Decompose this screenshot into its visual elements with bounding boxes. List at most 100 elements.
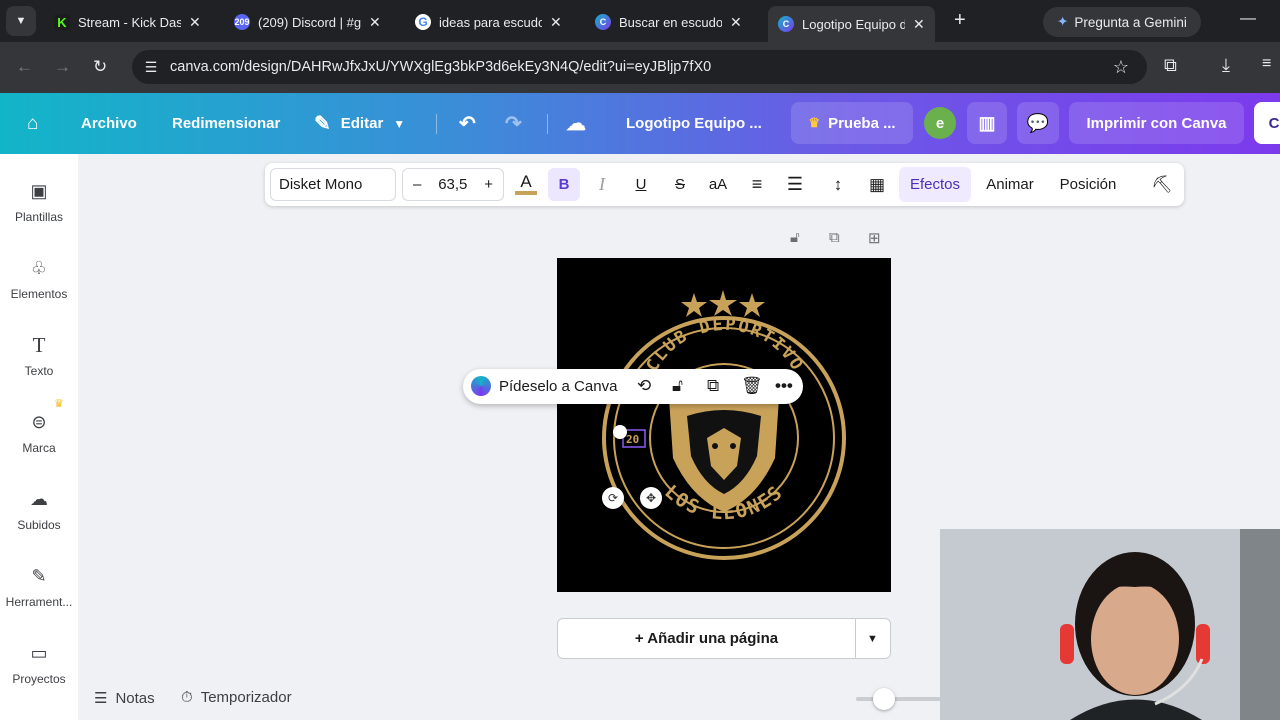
- sidebar-item-label: Plantillas: [14, 210, 64, 224]
- print-button[interactable]: Imprimir con Canva: [1069, 102, 1244, 144]
- tab-kick[interactable]: K Stream - Kick Dash ✕: [44, 6, 211, 38]
- notes-label: Notas: [115, 689, 155, 707]
- sidebar-item-subidos[interactable]: ☁ Subidos: [0, 474, 78, 544]
- chevron-down-icon[interactable]: ▼: [855, 619, 890, 658]
- font-size-stepper[interactable]: – 63,5 +: [402, 168, 504, 201]
- tab-google[interactable]: G ideas para escudo ✕: [405, 6, 572, 38]
- selected-text-element[interactable]: 20: [626, 433, 639, 446]
- sidebar-item-label: Elementos: [10, 287, 68, 301]
- lock-icon[interactable]: 🔓︎: [672, 376, 683, 396]
- timer-icon: ⏱: [181, 689, 193, 706]
- timer-label: Temporizador: [200, 689, 292, 706]
- share-button[interactable]: C: [1254, 102, 1280, 144]
- ask-canva-button[interactable]: Pídeselo a Canva: [471, 376, 617, 396]
- document-title[interactable]: Logotipo Equipo ...: [626, 93, 762, 154]
- tab-canva-design[interactable]: C Logotipo Equipo d ✕: [768, 6, 935, 42]
- duplicate-icon[interactable]: ⧉: [707, 376, 719, 396]
- comment-add-icon[interactable]: ⟲: [637, 376, 651, 396]
- google-icon: G: [415, 14, 431, 30]
- canva-icon: C: [778, 16, 794, 32]
- site-info-icon[interactable]: ☰: [142, 58, 160, 76]
- sidebar-item-proyectos[interactable]: ▭ Proyectos: [0, 628, 78, 698]
- close-icon[interactable]: ✕: [189, 14, 201, 31]
- kick-icon: K: [54, 14, 70, 30]
- redo-icon[interactable]: ↷: [505, 93, 522, 154]
- editar-menu[interactable]: ✎ Editar ▼: [314, 93, 405, 154]
- rotate-handle-icon[interactable]: ⟳: [602, 487, 624, 509]
- font-family-select[interactable]: Disket Mono: [270, 168, 396, 201]
- decrease-size-button[interactable]: –: [413, 176, 421, 193]
- insights-icon[interactable]: ▥: [967, 102, 1007, 144]
- case-button[interactable]: aA: [705, 163, 731, 206]
- tab-title: ideas para escudo: [439, 14, 542, 30]
- bookmark-star-icon[interactable]: ☆: [1113, 57, 1129, 78]
- minimize-icon[interactable]: —: [1240, 10, 1256, 28]
- sidebar-item-texto[interactable]: T Texto: [0, 320, 78, 390]
- forward-icon[interactable]: →: [54, 57, 71, 77]
- animar-button[interactable]: Animar: [982, 163, 1038, 206]
- close-icon[interactable]: ✕: [913, 16, 925, 33]
- more-icon[interactable]: •••: [775, 376, 793, 396]
- transparency-icon[interactable]: ▦: [865, 163, 889, 206]
- sidebar-item-plantillas[interactable]: ▣ Plantillas: [0, 166, 78, 236]
- efectos-button[interactable]: Efectos: [899, 167, 971, 202]
- design-canvas[interactable]: CLUB DEPORTIVO LOS LEONES 20: [557, 258, 891, 592]
- gemini-button[interactable]: ✦ Pregunta a Gemini: [1043, 7, 1201, 37]
- menu-icon[interactable]: ≡: [1262, 55, 1271, 73]
- lock-icon[interactable]: 🔓︎: [790, 229, 800, 246]
- reload-icon[interactable]: ↻: [93, 57, 107, 77]
- canva-header: ⌂ Archivo Redimensionar ✎ Editar ▼ ↶ ↷ ☁…: [0, 93, 1280, 154]
- projects-icon: ▭: [30, 642, 48, 663]
- comment-icon[interactable]: 💬: [1017, 102, 1059, 144]
- brand-icon: ⊜: [31, 411, 47, 432]
- home-icon[interactable]: ⌂: [27, 93, 38, 154]
- zoom-slider-handle[interactable]: [873, 688, 895, 710]
- duplicate-page-icon[interactable]: ⧉: [829, 229, 840, 246]
- align-center-icon[interactable]: ≡: [745, 163, 769, 206]
- strikethrough-button[interactable]: S: [668, 163, 692, 206]
- add-page-button[interactable]: + Añadir una página: [558, 619, 856, 658]
- tab-canva-search[interactable]: C Buscar en escudo ✕: [585, 6, 752, 38]
- timer-button[interactable]: ⏱ Temporizador: [181, 689, 292, 706]
- back-icon[interactable]: ←: [16, 57, 33, 77]
- move-handle-icon[interactable]: ✥: [640, 487, 662, 509]
- zoom-slider-track[interactable]: [856, 697, 946, 701]
- close-icon[interactable]: ✕: [730, 14, 742, 31]
- sidebar-item-marca[interactable]: ⊜ Marca ♛: [0, 397, 78, 467]
- archivo-menu[interactable]: Archivo: [81, 93, 137, 154]
- club-logo: CLUB DEPORTIVO LOS LEONES 20: [602, 290, 846, 560]
- italic-button[interactable]: I: [590, 163, 614, 206]
- resize-handle[interactable]: [613, 425, 627, 439]
- undo-icon[interactable]: ↶: [459, 93, 476, 154]
- text-color-button[interactable]: A: [513, 163, 539, 206]
- avatar[interactable]: e: [924, 107, 956, 139]
- trial-label: Prueba ...: [828, 114, 896, 132]
- increase-size-button[interactable]: +: [484, 176, 493, 193]
- list-icon[interactable]: ☰: [783, 163, 807, 206]
- sidebar-item-herramientas[interactable]: ✎ Herrament...: [0, 551, 78, 621]
- spacing-icon[interactable]: ↕: [826, 163, 850, 206]
- redimensionar-button[interactable]: Redimensionar: [172, 93, 280, 154]
- close-icon[interactable]: ✕: [369, 14, 381, 31]
- paint-roller-icon[interactable]: ⛏: [1151, 163, 1173, 206]
- cloud-saved-icon[interactable]: ☁: [566, 93, 586, 154]
- notes-button[interactable]: ☰ Notas: [94, 689, 155, 708]
- extensions-icon[interactable]: ⧉: [1164, 55, 1177, 76]
- tab-discord[interactable]: 209 (209) Discord | #g ✕: [224, 6, 391, 38]
- posicion-button[interactable]: Posición: [1055, 163, 1121, 206]
- close-icon[interactable]: ✕: [550, 14, 562, 31]
- download-icon[interactable]: ⤓: [1222, 55, 1230, 76]
- trial-button[interactable]: ♛ Prueba ...: [791, 102, 913, 144]
- omnibox[interactable]: ☰ canva.com/design/DAHRwJfxJxU/YWXglEg3b…: [132, 50, 1147, 84]
- canva-ai-icon: [471, 376, 491, 396]
- tab-search-button[interactable]: ▼: [6, 6, 36, 36]
- trash-icon[interactable]: 🗑︎: [741, 376, 763, 396]
- sidebar-item-elementos[interactable]: ♧ Elementos: [0, 243, 78, 313]
- new-tab-button[interactable]: +: [954, 9, 966, 32]
- font-size-value[interactable]: 63,5: [438, 176, 467, 193]
- url-text[interactable]: canva.com/design/DAHRwJfxJxU/YWXglEg3bkP…: [170, 59, 711, 75]
- underline-button[interactable]: U: [629, 163, 653, 206]
- add-page-icon[interactable]: ⊞: [868, 229, 881, 247]
- bold-button[interactable]: B: [548, 168, 580, 201]
- sidebar-item-label: Subidos: [17, 518, 61, 532]
